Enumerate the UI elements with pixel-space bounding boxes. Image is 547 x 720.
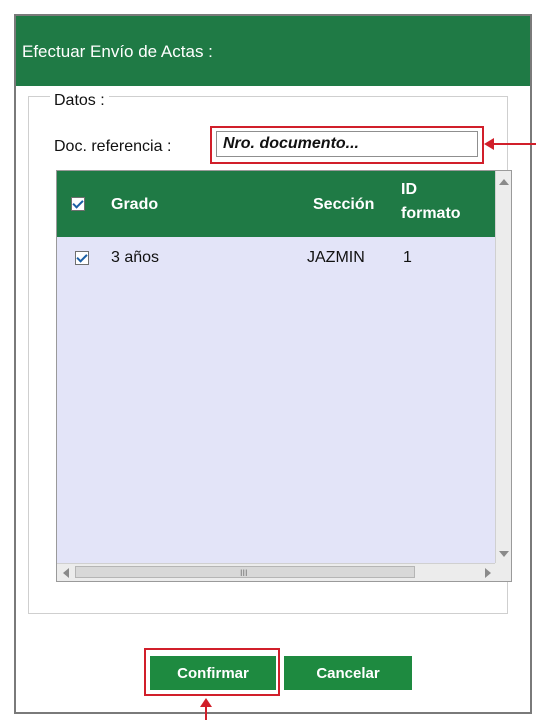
datos-legend: Datos : bbox=[50, 92, 109, 110]
grid-header-seccion[interactable]: Sección bbox=[313, 196, 374, 214]
scroll-right-icon[interactable] bbox=[485, 568, 491, 578]
doc-referencia-label: Doc. referencia : bbox=[54, 138, 172, 155]
cancel-button[interactable]: Cancelar bbox=[284, 656, 412, 690]
grid-header-grado[interactable]: Grado bbox=[111, 196, 158, 214]
annotation-arrow-head-icon bbox=[484, 138, 494, 150]
scroll-left-icon[interactable] bbox=[63, 568, 69, 578]
horizontal-scrollbar[interactable]: III bbox=[57, 563, 497, 581]
horizontal-scroll-thumb[interactable]: III bbox=[75, 566, 415, 578]
row-checkbox[interactable] bbox=[75, 251, 89, 265]
dialog-title: Efectuar Envío de Actas : bbox=[22, 42, 213, 61]
cell-grado: 3 años bbox=[111, 249, 160, 266]
scrollbar-corner bbox=[495, 563, 511, 581]
cell-seccion: JAZMIN bbox=[307, 249, 365, 266]
scroll-grip: III bbox=[240, 568, 248, 578]
scroll-up-icon[interactable] bbox=[499, 179, 509, 185]
annotation-arrow-up-line bbox=[205, 704, 207, 720]
select-all-checkbox[interactable] bbox=[71, 197, 85, 211]
vertical-scrollbar[interactable] bbox=[495, 171, 511, 565]
grado-grid: Grado Sección ID formato 3 años JAZMIN 1… bbox=[56, 170, 512, 582]
highlight-confirm-button bbox=[144, 648, 280, 696]
grid-header-row: Grado Sección ID formato bbox=[57, 171, 497, 237]
table-row[interactable]: 3 años JAZMIN 1 bbox=[57, 237, 497, 281]
cell-id-formato: 1 bbox=[403, 249, 412, 266]
highlight-doc-input bbox=[210, 126, 484, 164]
grid-header-formato[interactable]: formato bbox=[401, 205, 461, 223]
dialog-titlebar: Efectuar Envío de Actas : bbox=[16, 16, 530, 86]
grid-header-id[interactable]: ID bbox=[401, 181, 417, 199]
scroll-down-icon[interactable] bbox=[499, 551, 509, 557]
